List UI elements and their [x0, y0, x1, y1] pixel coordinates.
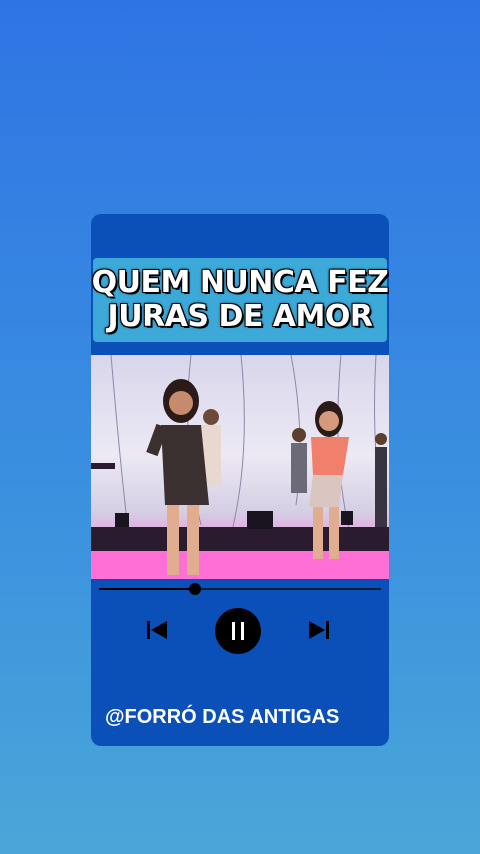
progress-fill — [99, 588, 195, 590]
previous-button[interactable] — [145, 618, 169, 642]
next-button[interactable] — [307, 618, 331, 642]
progress-knob[interactable] — [188, 583, 201, 595]
playback-controls — [91, 606, 389, 654]
song-title-line-2: JURAS DE AMOR — [107, 299, 373, 334]
song-title-banner: QUEM NUNCA FEZ JURAS DE AMOR — [91, 258, 389, 342]
skip-previous-icon — [147, 621, 167, 639]
video-frame[interactable] — [91, 355, 389, 579]
pause-icon — [232, 622, 244, 640]
progress-bar[interactable] — [99, 583, 381, 595]
song-title-line-1: QUEM NUNCA FEZ — [91, 265, 389, 300]
stage-performance-image — [91, 355, 389, 579]
music-player-card: QUEM NUNCA FEZ JURAS DE AMOR @FORRÓ DAS … — [91, 214, 389, 746]
channel-handle: @FORRÓ DAS ANTIGAS — [105, 706, 340, 728]
skip-next-icon — [309, 621, 329, 639]
pause-button[interactable] — [215, 608, 261, 654]
